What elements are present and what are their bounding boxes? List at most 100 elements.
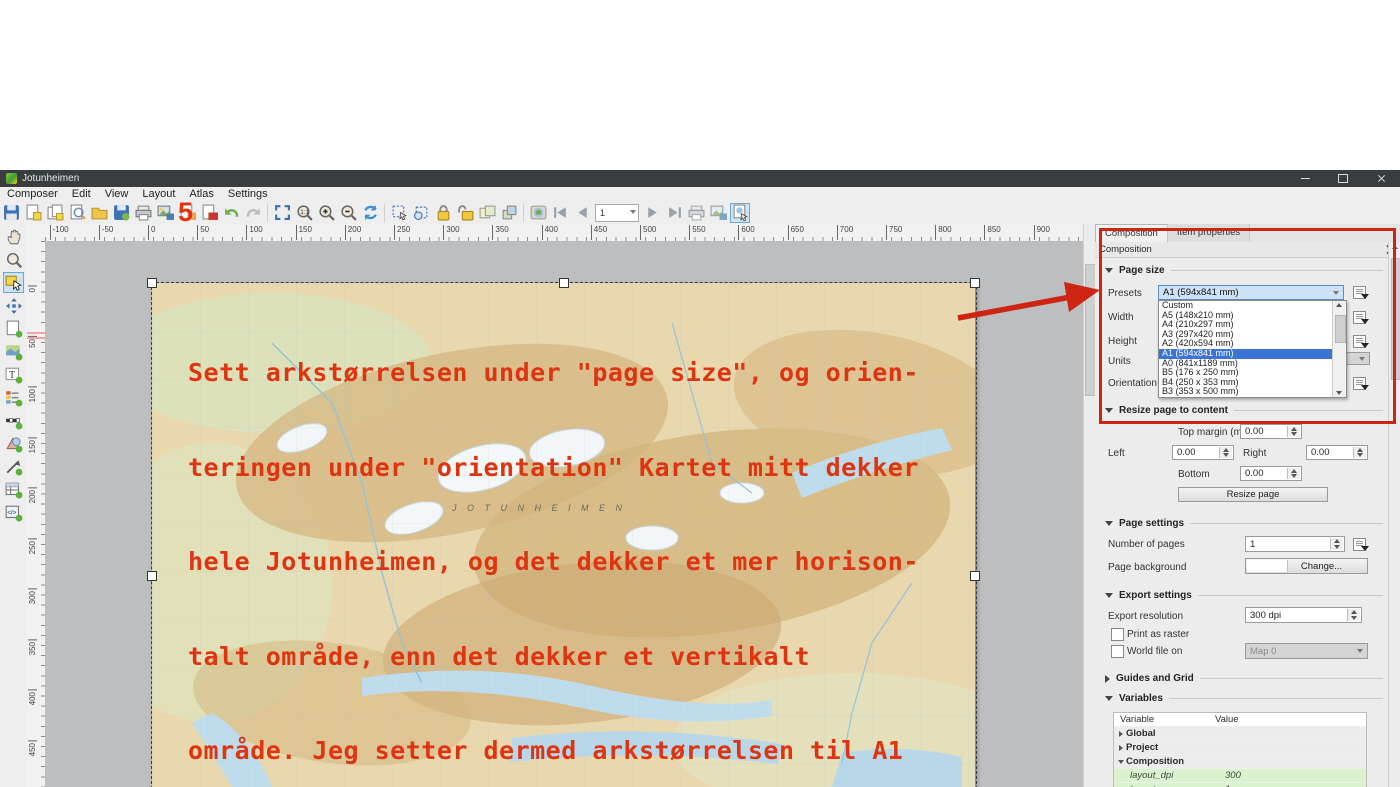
minimize-button[interactable] bbox=[1286, 170, 1324, 187]
number-of-pages-input[interactable]: 1 bbox=[1245, 536, 1345, 552]
print-as-raster-checkbox[interactable] bbox=[1111, 628, 1124, 641]
open-template-button[interactable] bbox=[89, 203, 109, 223]
world-file-checkbox[interactable] bbox=[1111, 645, 1124, 658]
right-margin-input[interactable]: 0.00 bbox=[1306, 445, 1368, 460]
menu-layout[interactable]: Layout bbox=[135, 188, 182, 200]
tab-composition[interactable]: Composition bbox=[1095, 224, 1168, 243]
add-attribute-table-button[interactable] bbox=[3, 479, 24, 500]
preset-option[interactable]: B3 (353 x 500 mm) bbox=[1159, 387, 1346, 397]
annotation-line: område. Jeg setter dermed arkstørrelsen … bbox=[188, 735, 968, 767]
variable-row-layout-dpi[interactable]: layout_dpi 300 bbox=[1114, 769, 1366, 783]
bottom-margin-input[interactable]: 0.00 bbox=[1240, 466, 1302, 481]
add-scalebar-button[interactable] bbox=[3, 410, 24, 431]
scroll-down-icon[interactable] bbox=[1336, 391, 1342, 395]
export-resolution-input[interactable]: 300 dpi bbox=[1245, 607, 1362, 623]
scrollbar-thumb[interactable] bbox=[1391, 258, 1400, 380]
deselect-items-button[interactable] bbox=[411, 203, 431, 223]
scrollbar-thumb[interactable] bbox=[1335, 315, 1346, 343]
resize-page-button[interactable]: Resize page bbox=[1178, 487, 1328, 502]
variables-group-project[interactable]: Project bbox=[1114, 741, 1366, 755]
redo-button[interactable] bbox=[243, 203, 263, 223]
add-shape-button[interactable] bbox=[3, 433, 24, 454]
select-items-button[interactable] bbox=[389, 203, 409, 223]
ruler-label: 550 bbox=[689, 225, 705, 240]
panel-scrollbar[interactable] bbox=[1388, 242, 1400, 787]
close-button[interactable] bbox=[1362, 170, 1400, 187]
section-resize-page[interactable]: Resize page to content bbox=[1105, 405, 1383, 416]
horizontal-ruler: -100-50050100150200250300350400450500550… bbox=[45, 224, 1083, 242]
scroll-up-icon[interactable] bbox=[1392, 245, 1398, 249]
atlas-page-combo[interactable]: 1 bbox=[595, 204, 639, 222]
data-defined-orientation-button[interactable] bbox=[1352, 376, 1369, 391]
export-atlas-button[interactable] bbox=[708, 203, 728, 223]
restore-button[interactable] bbox=[1324, 170, 1362, 187]
undo-button[interactable] bbox=[221, 203, 241, 223]
selection-handle[interactable] bbox=[970, 571, 980, 581]
add-new-page-button[interactable] bbox=[3, 318, 24, 339]
variables-group-composition[interactable]: Composition bbox=[1114, 755, 1366, 769]
zoom-out-button[interactable] bbox=[338, 203, 358, 223]
zoom-actual-button[interactable]: 1:1 bbox=[294, 203, 314, 223]
left-margin-label: Left bbox=[1108, 448, 1125, 459]
zoom-full-button[interactable] bbox=[272, 203, 292, 223]
composer-canvas[interactable]: J O T U N H E I M E N Sett arkstørrelsen… bbox=[45, 241, 1083, 787]
preview-atlas-button[interactable] bbox=[528, 203, 548, 223]
section-page-settings[interactable]: Page settings bbox=[1105, 518, 1383, 529]
composer-manager-button[interactable] bbox=[67, 203, 87, 223]
export-pdf-button[interactable] bbox=[199, 203, 219, 223]
page-background-button[interactable]: Change... bbox=[1245, 558, 1368, 574]
selection-handle[interactable] bbox=[559, 278, 569, 288]
data-defined-height-button[interactable] bbox=[1352, 334, 1369, 349]
save-template-button[interactable] bbox=[111, 203, 131, 223]
selection-handle[interactable] bbox=[147, 571, 157, 581]
group-items-button[interactable] bbox=[477, 203, 497, 223]
print-button[interactable] bbox=[133, 203, 153, 223]
print-atlas-button[interactable] bbox=[686, 203, 706, 223]
data-defined-presets-button[interactable] bbox=[1352, 285, 1369, 300]
add-label-button[interactable]: T bbox=[3, 364, 24, 385]
menu-edit[interactable]: Edit bbox=[65, 188, 98, 200]
move-item-content-button[interactable] bbox=[3, 295, 24, 316]
scroll-up-icon[interactable] bbox=[1336, 303, 1342, 307]
variable-row-layout-num[interactable]: layout_num 1 bbox=[1114, 783, 1366, 787]
variables-group-global[interactable]: Global bbox=[1114, 727, 1366, 741]
section-guides-grid[interactable]: Guides and Grid bbox=[1105, 673, 1383, 684]
selection-handle[interactable] bbox=[147, 278, 157, 288]
section-page-size[interactable]: Page size bbox=[1105, 265, 1383, 276]
atlas-previous-feature-button[interactable] bbox=[572, 203, 592, 223]
raise-items-button[interactable] bbox=[499, 203, 519, 223]
tab-item-properties[interactable]: Item properties bbox=[1168, 224, 1250, 241]
left-margin-input[interactable]: 0.00 bbox=[1172, 445, 1234, 460]
select-move-item-button[interactable] bbox=[3, 272, 24, 293]
selection-handle[interactable] bbox=[970, 278, 980, 288]
zoom-tool-button[interactable] bbox=[3, 249, 24, 270]
menu-composer[interactable]: Composer bbox=[0, 188, 65, 200]
presets-combo[interactable]: A1 (594x841 mm) bbox=[1158, 285, 1344, 300]
dropdown-scrollbar[interactable] bbox=[1332, 301, 1346, 397]
zoom-in-button[interactable] bbox=[316, 203, 336, 223]
duplicate-composer-button[interactable] bbox=[45, 203, 65, 223]
menu-settings[interactable]: Settings bbox=[221, 188, 275, 200]
atlas-next-feature-button[interactable] bbox=[642, 203, 662, 223]
add-legend-button[interactable] bbox=[3, 387, 24, 408]
save-project-button[interactable] bbox=[1, 203, 21, 223]
unlock-items-button[interactable] bbox=[455, 203, 475, 223]
section-variables[interactable]: Variables bbox=[1105, 693, 1383, 704]
refresh-button[interactable] bbox=[360, 203, 380, 223]
lock-items-button[interactable] bbox=[433, 203, 453, 223]
data-defined-pages-button[interactable] bbox=[1352, 537, 1369, 552]
pan-button[interactable] bbox=[3, 226, 24, 247]
menu-view[interactable]: View bbox=[98, 188, 136, 200]
section-export-settings[interactable]: Export settings bbox=[1105, 590, 1383, 601]
add-html-frame-button[interactable]: </> bbox=[3, 502, 24, 523]
atlas-settings-button[interactable] bbox=[730, 203, 750, 223]
atlas-first-feature-button[interactable] bbox=[550, 203, 570, 223]
export-image-button[interactable] bbox=[155, 203, 175, 223]
composition-page[interactable]: J O T U N H E I M E N Sett arkstørrelsen… bbox=[152, 283, 975, 787]
atlas-last-feature-button[interactable] bbox=[664, 203, 684, 223]
add-new-map-button[interactable] bbox=[3, 341, 24, 362]
top-margin-input[interactable]: 0.00 bbox=[1240, 424, 1302, 439]
data-defined-width-button[interactable] bbox=[1352, 310, 1369, 325]
add-arrow-button[interactable] bbox=[3, 456, 24, 477]
new-composer-button[interactable] bbox=[23, 203, 43, 223]
